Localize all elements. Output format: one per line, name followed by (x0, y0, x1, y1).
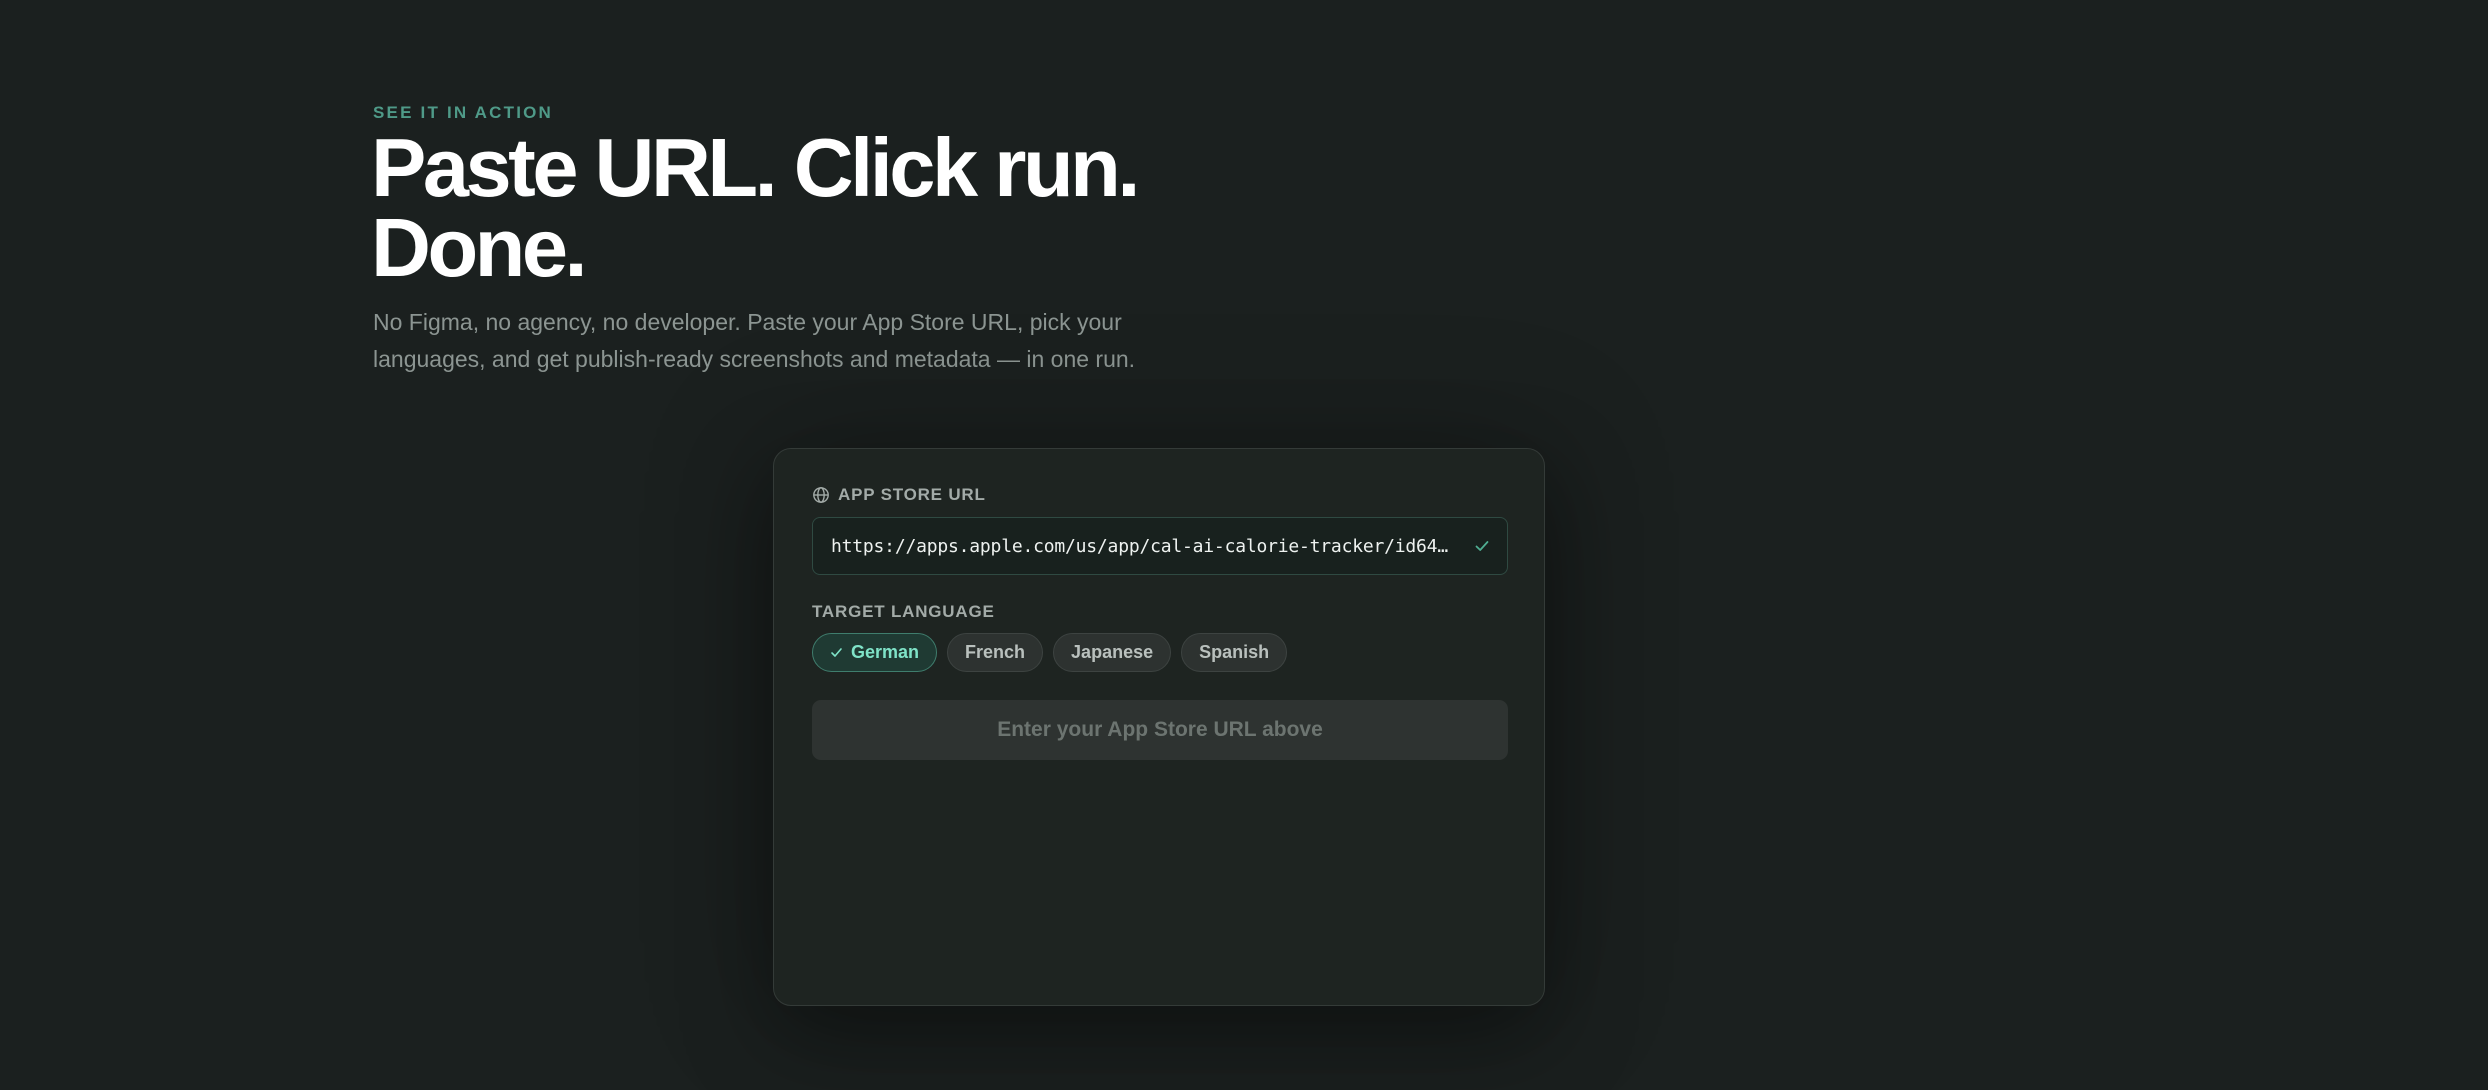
run-button[interactable]: Enter your App Store URL above (812, 700, 1508, 760)
page: SEE IT IN ACTION Paste URL. Click run. D… (0, 0, 2488, 1090)
app-store-url-label: APP STORE URL (812, 485, 986, 505)
language-chip-label: Spanish (1199, 642, 1270, 662)
app-store-url-value[interactable]: https://apps.apple.com/us/app/cal-ai-cal… (831, 536, 1455, 557)
page-description-line-2: languages, and get publish-ready screens… (373, 346, 1136, 372)
language-chip-japanese[interactable]: Japanese (1053, 633, 1172, 672)
language-chip-label: French (965, 642, 1026, 662)
page-description: No Figma, no agency, no developer. Paste… (373, 304, 1193, 378)
page-title-line-1: Paste URL. Click run. (371, 121, 1140, 214)
app-store-url-label-text: APP STORE URL (838, 485, 986, 504)
globe-icon (813, 487, 829, 503)
app-store-url-input[interactable]: https://apps.apple.com/us/app/cal-ai-cal… (812, 517, 1508, 575)
language-chip-label: German (851, 642, 920, 662)
language-chip-french[interactable]: French (947, 633, 1044, 672)
language-chip-spanish[interactable]: Spanish (1181, 633, 1288, 672)
language-chip-label: Japanese (1071, 642, 1154, 662)
target-language-label-text: TARGET LANGUAGE (812, 602, 995, 621)
language-chip-group: German French Japanese Spanish (812, 633, 1288, 672)
section-eyebrow: SEE IT IN ACTION (373, 103, 554, 122)
check-icon (831, 648, 842, 657)
language-chip-german[interactable]: German (812, 633, 938, 672)
check-icon (1475, 541, 1489, 551)
page-description-line-1: No Figma, no agency, no developer. Paste… (373, 309, 1122, 335)
target-language-label: TARGET LANGUAGE (812, 602, 995, 622)
page-title: Paste URL. Click run. Done. (371, 121, 1191, 294)
demo-card: APP STORE URL https://apps.apple.com/us/… (773, 448, 1545, 1006)
page-title-line-2: Done. (371, 201, 588, 294)
